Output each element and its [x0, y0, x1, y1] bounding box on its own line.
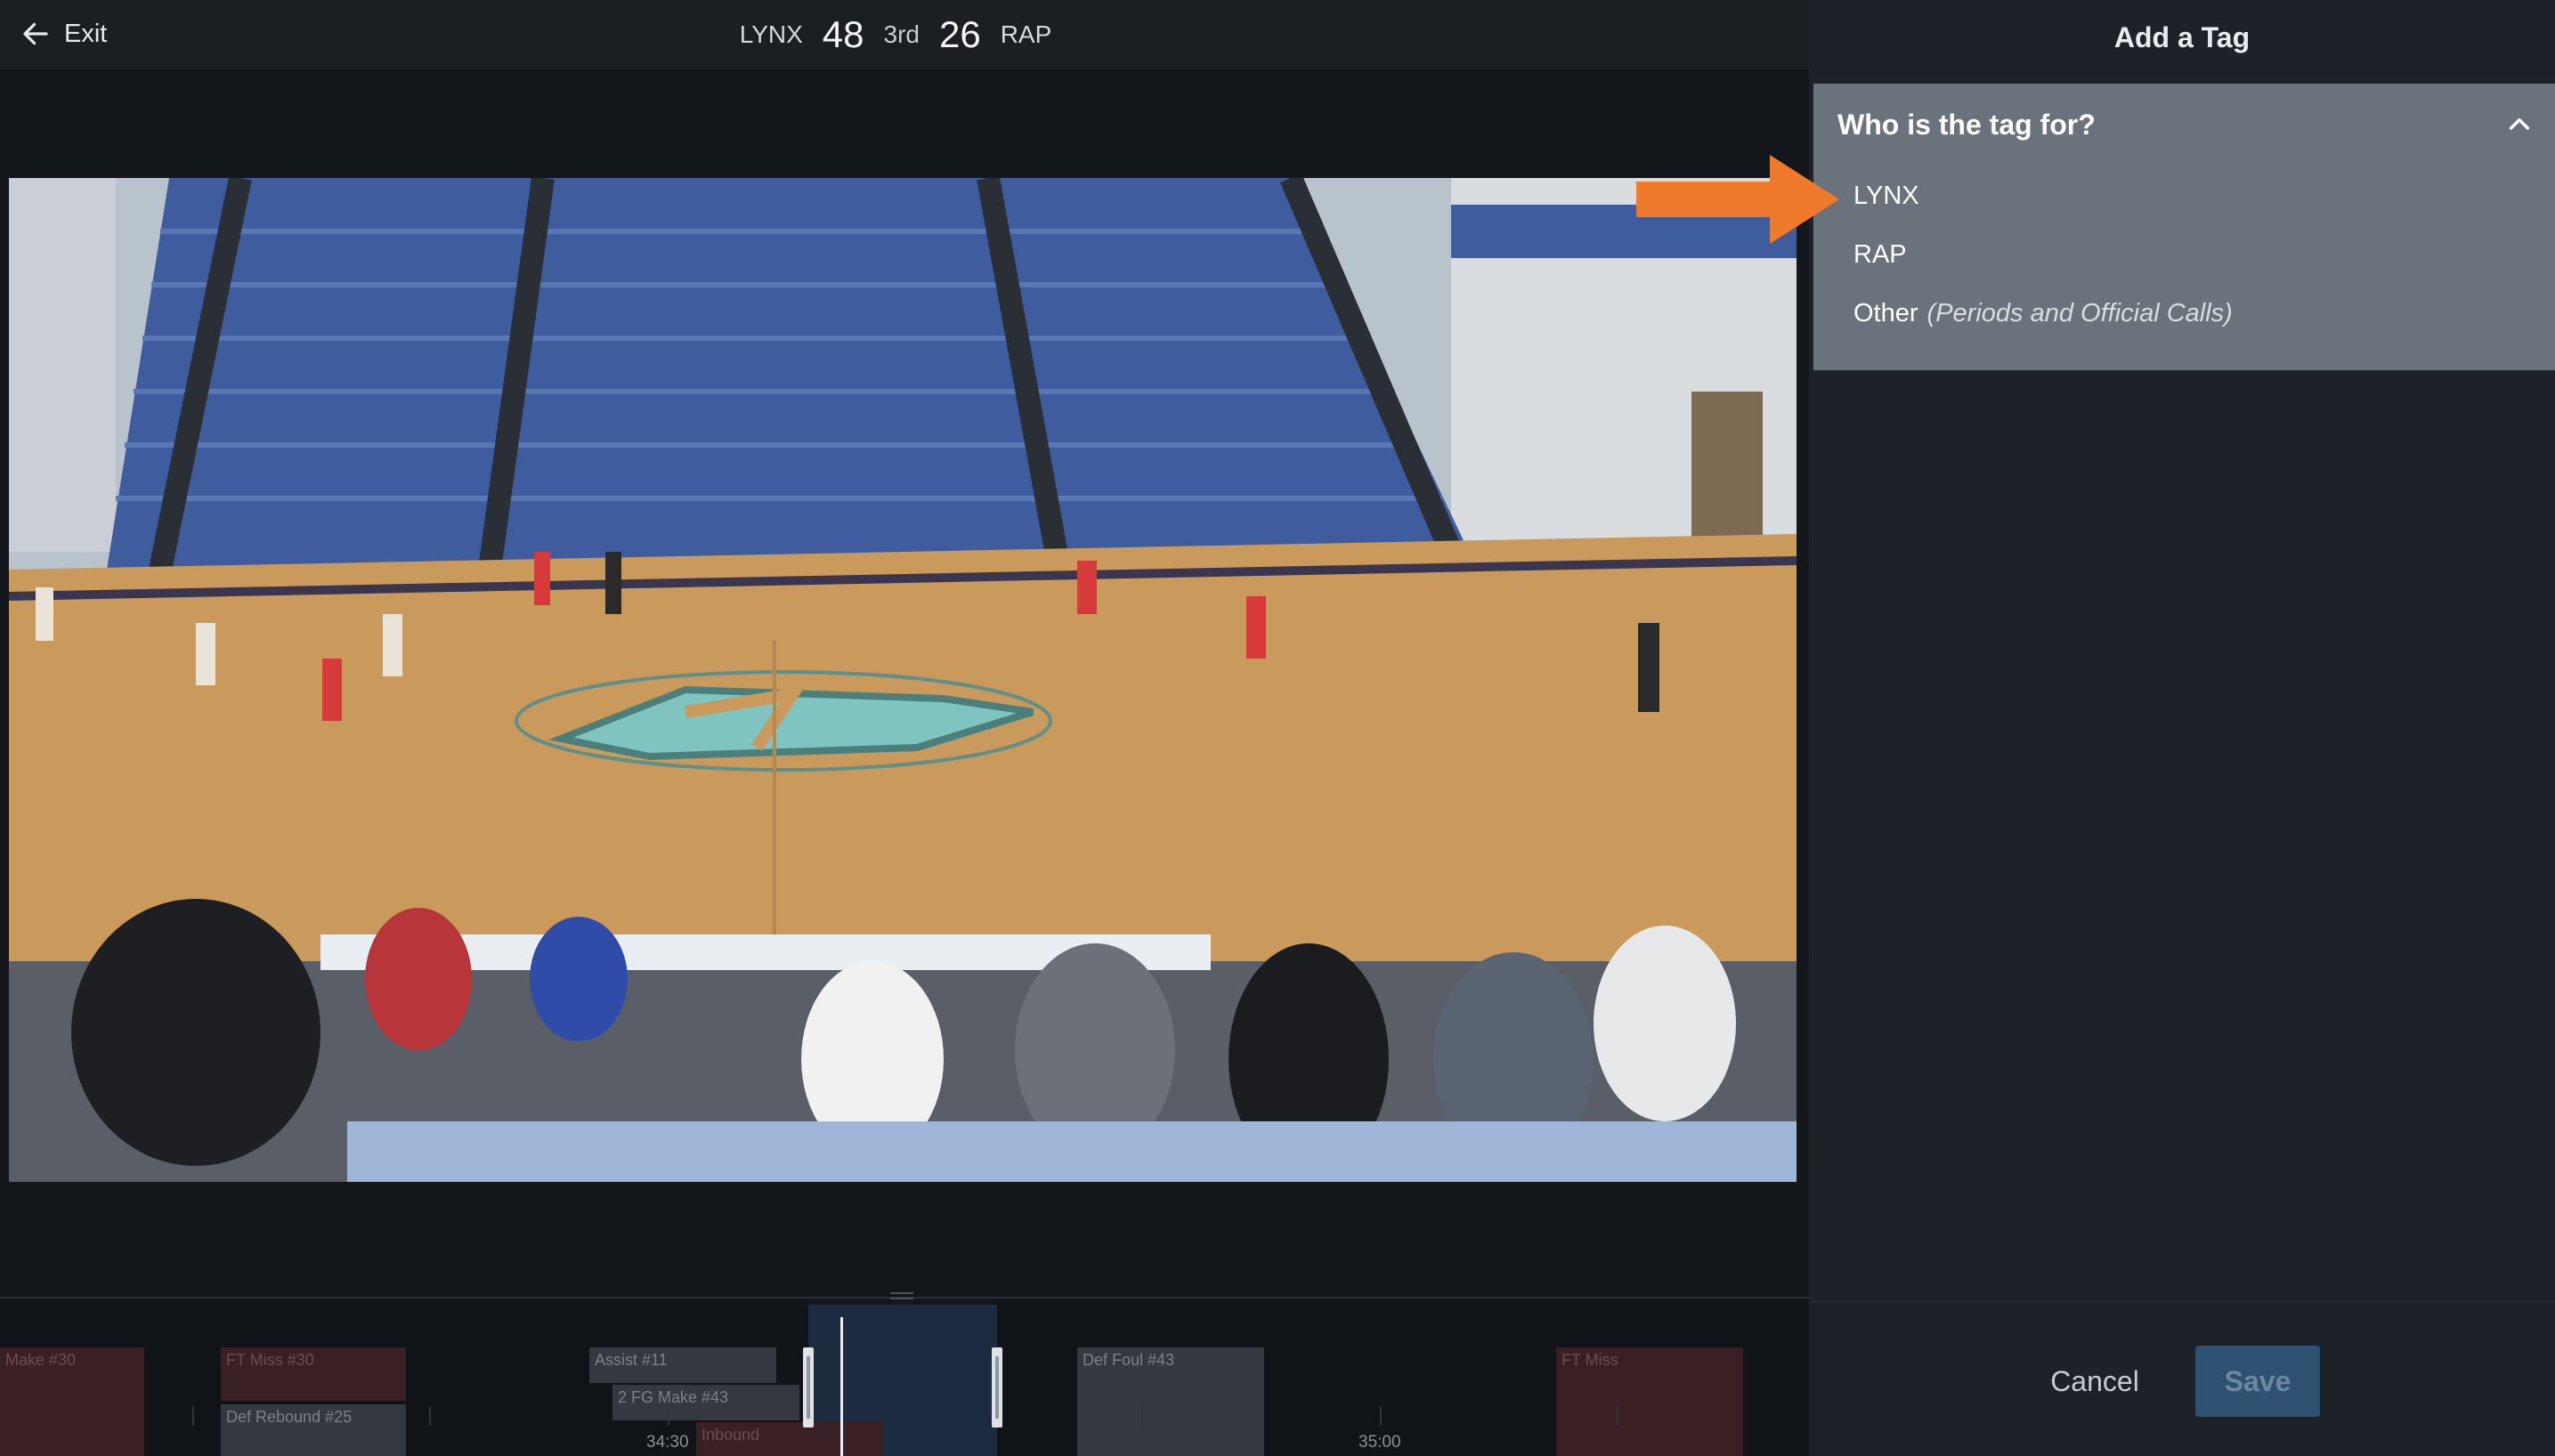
timeline-tick — [192, 1406, 194, 1426]
option-label: LYNX — [1853, 182, 1919, 210]
timeline-clip[interactable]: 2 FG Make #43 — [612, 1385, 799, 1420]
video-area — [0, 69, 1809, 1296]
timeline-clip[interactable]: Assist #11 — [589, 1347, 776, 1383]
option-label: Other — [1853, 299, 1918, 328]
timeline-tick — [1141, 1406, 1143, 1426]
timeline-clip[interactable]: Def Rebound #25 — [221, 1404, 406, 1456]
add-tag-panel: Add a Tag Who is the tag for? LYNX RAP O… — [1809, 0, 2555, 1456]
timeline-clip[interactable]: Def Foul #43 — [1077, 1347, 1264, 1456]
game-period: 3rd — [883, 20, 920, 48]
option-label: RAP — [1853, 240, 1907, 269]
playhead[interactable] — [840, 1317, 843, 1456]
basketball-court-video-frame — [9, 178, 1797, 1182]
scoreboard: LYNX 48 3rd 26 RAP — [0, 0, 1809, 69]
timeline-tick — [668, 1406, 669, 1426]
timeline-tick — [429, 1406, 431, 1426]
timeline-clip[interactable]: Inbound — [696, 1422, 883, 1456]
home-team-name: LYNX — [739, 20, 803, 48]
timeline-clip[interactable]: Make #30 — [0, 1347, 144, 1456]
away-team-name: RAP — [1000, 20, 1052, 48]
option-hint: (Periods and Official Calls) — [1926, 299, 2233, 328]
game-video[interactable] — [9, 178, 1797, 1182]
timeline-time-label: 34:30 — [646, 1433, 689, 1452]
orange-pointer-arrow-icon — [1636, 155, 1839, 244]
option-other[interactable]: Other (Periods and Official Calls) — [1853, 299, 2233, 328]
timeline[interactable]: Make #30 FT Miss #30 Def Rebound #25 Ass… — [0, 1305, 1809, 1456]
cancel-button[interactable]: Cancel — [2037, 1346, 2153, 1417]
timeline-tick — [1617, 1406, 1618, 1426]
chevron-up-icon[interactable] — [2505, 110, 2534, 139]
resize-grip-icon[interactable] — [890, 1292, 913, 1301]
timeline-clip[interactable]: FT Miss — [1556, 1347, 1743, 1456]
top-bar: Exit LYNX 48 3rd 26 RAP — [0, 0, 1809, 69]
panel-footer-divider — [1809, 1301, 2555, 1303]
home-team-score: 48 — [822, 13, 864, 55]
selection-end-handle[interactable] — [992, 1347, 1002, 1428]
tag-target-question: Who is the tag for? — [1837, 109, 2096, 141]
timeline-clip[interactable]: FT Miss #30 — [221, 1347, 406, 1401]
tag-target-section: Who is the tag for? LYNX RAP Other (Perio… — [1813, 84, 2555, 370]
away-team-score: 26 — [938, 13, 981, 55]
option-lynx[interactable]: LYNX — [1853, 182, 1919, 211]
save-button[interactable]: Save — [2195, 1346, 2320, 1417]
panel-title: Add a Tag — [2113, 21, 2251, 53]
timeline-time-label: 35:00 — [1359, 1433, 1401, 1452]
timeline-tick — [1380, 1406, 1382, 1426]
selection-start-handle[interactable] — [803, 1347, 814, 1428]
option-rap[interactable]: RAP — [1853, 240, 1907, 270]
